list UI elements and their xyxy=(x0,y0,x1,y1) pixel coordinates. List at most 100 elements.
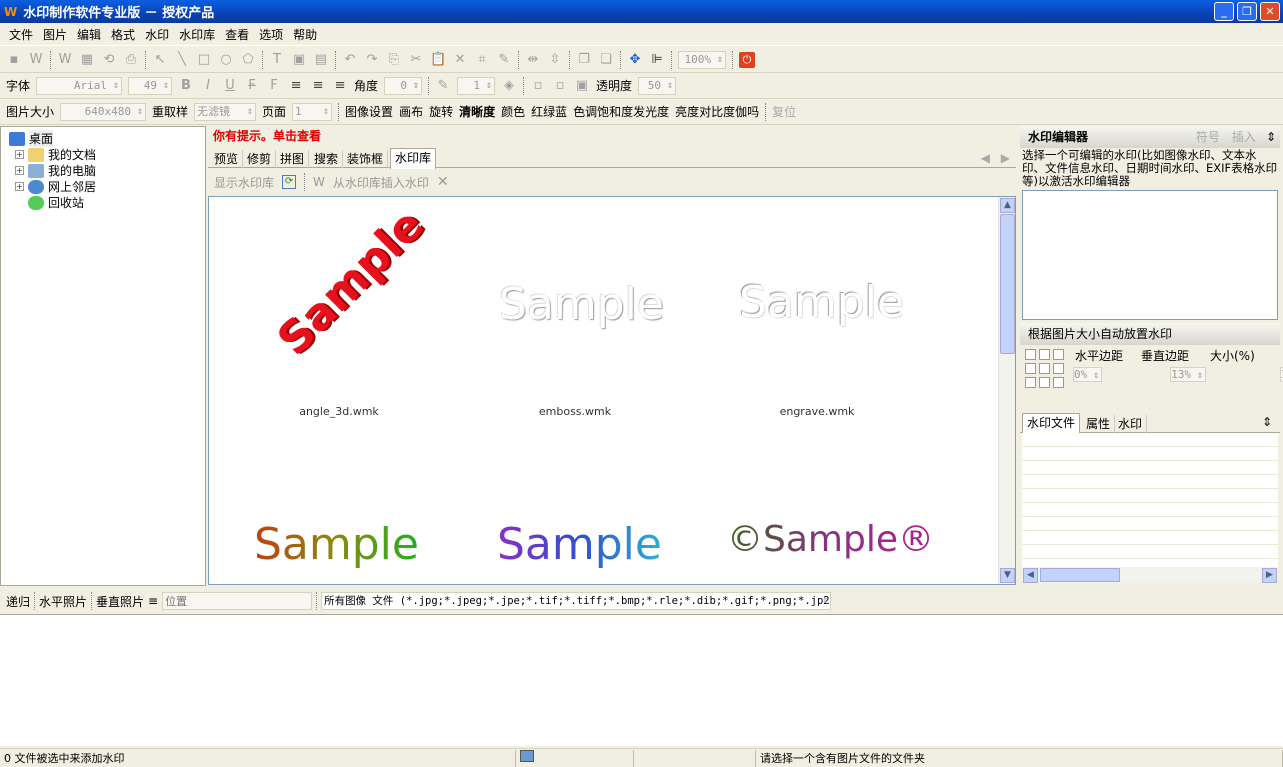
tab-properties[interactable]: 属性 xyxy=(1082,415,1116,433)
minimize-button[interactable]: _ xyxy=(1214,2,1234,21)
insert-button[interactable]: 插入 xyxy=(1232,126,1256,148)
list-hscrollbar[interactable]: ◀ ▶ xyxy=(1022,567,1278,583)
copy-icon[interactable]: ⎘ xyxy=(386,52,402,68)
rgb-button[interactable]: 红绿蓝 xyxy=(531,103,567,120)
position-grid[interactable] xyxy=(1025,349,1064,388)
tree-my-computer[interactable]: + 我的电脑 xyxy=(15,162,96,179)
delete-icon[interactable]: ✕ xyxy=(437,174,449,190)
power-icon[interactable]: ⏻ xyxy=(739,51,755,68)
gallery-item-label[interactable]: emboss.wmk xyxy=(475,405,675,418)
rotate-button[interactable]: 旋转 xyxy=(429,103,453,120)
align-v-icon[interactable]: ⇳ xyxy=(547,52,563,68)
pointer-icon[interactable]: ↖ xyxy=(152,52,168,68)
tab-collage[interactable]: 拼图 xyxy=(276,150,310,168)
gallery-item-preview[interactable]: Sample xyxy=(739,277,904,328)
list-icon[interactable]: ≡ xyxy=(148,594,158,608)
shadow-icon[interactable]: ▫ xyxy=(530,78,546,94)
tree-network[interactable]: + 网上邻居 xyxy=(15,178,96,195)
underline-icon[interactable]: U xyxy=(222,78,238,94)
bold-icon[interactable]: B xyxy=(178,78,194,94)
recurse-button[interactable]: 递归 xyxy=(6,593,30,610)
save-icon[interactable]: ▪ xyxy=(6,52,22,68)
date-icon[interactable]: ▤ xyxy=(313,52,329,68)
menu-options[interactable]: 选项 xyxy=(254,26,288,43)
tab-trim[interactable]: 修剪 xyxy=(243,150,277,168)
gallery-scrollbar[interactable]: ▲ ▼ xyxy=(998,197,1015,584)
gallery-item-preview[interactable]: Sample xyxy=(499,279,664,330)
header-spin-icon[interactable]: ⇕ xyxy=(1266,126,1276,148)
hsl-button[interactable]: 色调饱和度发光度 xyxy=(573,103,669,120)
font-size-input[interactable]: 49 xyxy=(128,76,173,95)
ellipse-icon[interactable]: ○ xyxy=(218,52,234,68)
image-icon[interactable]: ▣ xyxy=(291,52,307,68)
image-size-input[interactable]: 640x480 xyxy=(60,102,147,121)
h-margin-input[interactable]: 0% xyxy=(1073,367,1103,382)
tree-desktop[interactable]: 桌面 xyxy=(9,130,54,147)
hflip-button[interactable]: 水平照片 xyxy=(39,593,87,610)
h-scroll-thumb[interactable] xyxy=(1040,568,1120,582)
expand-icon[interactable]: + xyxy=(15,182,24,191)
editor-area[interactable] xyxy=(1022,190,1278,320)
batch-icon[interactable]: ⟲ xyxy=(101,52,117,68)
filter-select[interactable]: 无滤镜 xyxy=(194,102,257,121)
thumbnail-area[interactable] xyxy=(0,614,1283,746)
menu-format[interactable]: 格式 xyxy=(106,26,140,43)
cut-icon[interactable]: ✂ xyxy=(408,52,424,68)
gallery-item-preview[interactable]: Sample xyxy=(497,519,662,570)
move-icon[interactable]: ✥ xyxy=(627,52,643,68)
reset-button[interactable]: 复位 xyxy=(772,103,796,120)
show-library-button[interactable]: 显示水印库 xyxy=(214,174,274,191)
gallery-item-preview[interactable]: ©Sample® xyxy=(727,519,934,560)
align-left-icon[interactable]: ≡ xyxy=(288,78,304,94)
strikethrough-icon[interactable]: F xyxy=(244,78,260,94)
menu-view[interactable]: 查看 xyxy=(220,26,254,43)
tab-prev-icon[interactable]: ◀ xyxy=(981,151,990,165)
scroll-thumb[interactable] xyxy=(1000,214,1015,354)
line-icon[interactable]: ╲ xyxy=(174,52,190,68)
fill-icon[interactable]: ◈ xyxy=(501,78,517,94)
gallery-item-preview[interactable]: Sample xyxy=(268,200,434,366)
scroll-up-icon[interactable]: ▲ xyxy=(1000,198,1015,213)
align-right-icon[interactable]: ≡ xyxy=(332,78,348,94)
pen-icon[interactable]: ✎ xyxy=(496,52,512,68)
location-input[interactable] xyxy=(162,592,313,610)
font-select[interactable]: Arial xyxy=(36,76,123,95)
expand-icon[interactable]: + xyxy=(15,150,24,159)
angle-input[interactable]: 0 xyxy=(384,76,423,95)
tab-watermark[interactable]: 水印 xyxy=(1114,415,1148,433)
tab-next-icon[interactable]: ▶ xyxy=(1001,151,1010,165)
menu-image[interactable]: 图片 xyxy=(38,26,72,43)
opacity-input[interactable]: 50 xyxy=(638,76,677,95)
page-input[interactable]: 1 xyxy=(292,102,333,121)
image-settings-button[interactable]: 图像设置 xyxy=(345,103,393,120)
expand-icon[interactable]: + xyxy=(15,166,24,175)
menu-edit[interactable]: 编辑 xyxy=(72,26,106,43)
color-button[interactable]: 颜色 xyxy=(501,103,525,120)
watermark-file-list[interactable]: ◀ ▶ xyxy=(1022,433,1278,583)
align-icon[interactable]: ⊫ xyxy=(649,52,665,68)
vflip-button[interactable]: 垂直照片 xyxy=(96,593,144,610)
menu-library[interactable]: 水印库 xyxy=(174,26,220,43)
undo-icon[interactable]: ↶ xyxy=(342,52,358,68)
sharpness-button[interactable]: 清晰度 xyxy=(459,103,495,120)
send-back-icon[interactable]: ❏ xyxy=(598,52,614,68)
tab-frame[interactable]: 装饰框 xyxy=(343,150,389,168)
align-center-icon[interactable]: ≡ xyxy=(310,78,326,94)
scroll-down-icon[interactable]: ▼ xyxy=(1000,568,1015,583)
save-watermark-icon[interactable]: W xyxy=(28,52,44,68)
menu-file[interactable]: 文件 xyxy=(4,26,38,43)
gallery-item-label[interactable]: angle_3d.wmk xyxy=(239,405,439,418)
tab-preview[interactable]: 预览 xyxy=(210,150,244,168)
hint-link[interactable]: 你有提示。单击查看 xyxy=(213,127,321,144)
italic-icon[interactable]: I xyxy=(200,78,216,94)
canvas-button[interactable]: 画布 xyxy=(399,103,423,120)
watermark-icon[interactable]: W xyxy=(57,52,73,68)
paste-icon[interactable]: 📋 xyxy=(430,52,446,68)
stroke-input[interactable]: 1 xyxy=(457,76,496,95)
close-button[interactable]: ✕ xyxy=(1260,2,1280,21)
border-icon[interactable]: ▣ xyxy=(574,78,590,94)
delete-icon[interactable]: ✕ xyxy=(452,52,468,68)
menu-watermark[interactable]: 水印 xyxy=(140,26,174,43)
grid-icon[interactable]: ▦ xyxy=(79,52,95,68)
bring-front-icon[interactable]: ❐ xyxy=(576,52,592,68)
